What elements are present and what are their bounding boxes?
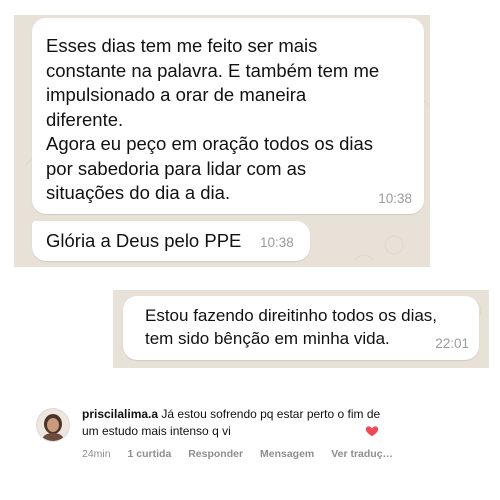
message-timestamp: 10:38 bbox=[260, 235, 294, 250]
comment-body: priscilalima.a Já estou sofrendo pq esta… bbox=[82, 406, 382, 440]
comment-username[interactable]: priscilalima.a bbox=[82, 407, 158, 421]
message-timestamp: 10:38 bbox=[378, 191, 412, 206]
message-text: Glória a Deus pelo PPE bbox=[46, 230, 242, 251]
comment-meta: 24min 1 curtida Responder Mensagem Ver t… bbox=[82, 448, 407, 460]
message-bubble-short[interactable]: Glória a Deus pelo PPE 10:38 bbox=[32, 221, 310, 261]
message-text: Estou fazendo direitinho todos os dias, … bbox=[145, 306, 438, 348]
comment-likes[interactable]: 1 curtida bbox=[128, 448, 172, 460]
heart-icon[interactable] bbox=[365, 424, 379, 438]
message-bubble-long[interactable]: Esses dias tem me feito ser mais constan… bbox=[32, 18, 424, 214]
avatar-image bbox=[37, 409, 69, 441]
message-button[interactable]: Mensagem bbox=[260, 448, 314, 460]
comment-row: priscilalima.a Já estou sofrendo pq esta… bbox=[28, 404, 468, 474]
chat-screenshot-2: Estou fazendo direitinho todos os dias, … bbox=[113, 290, 489, 368]
message-text: Esses dias tem me feito ser mais constan… bbox=[46, 35, 380, 203]
avatar[interactable] bbox=[36, 408, 70, 442]
chat-screenshot-1: Esses dias tem me feito ser mais constan… bbox=[14, 15, 430, 267]
reply-button[interactable]: Responder bbox=[188, 448, 243, 460]
message-timestamp: 22:01 bbox=[435, 336, 469, 351]
message-bubble-outgoing[interactable]: Estou fazendo direitinho todos os dias, … bbox=[123, 296, 479, 360]
translate-button[interactable]: Ver traduç… bbox=[331, 448, 393, 460]
comment-time: 24min bbox=[82, 448, 111, 460]
